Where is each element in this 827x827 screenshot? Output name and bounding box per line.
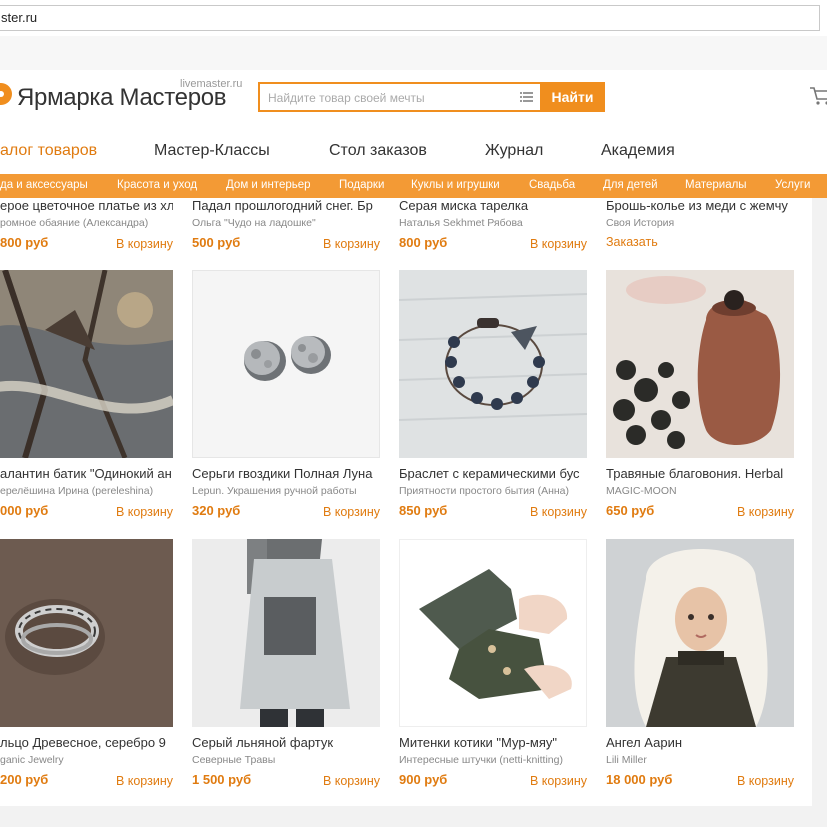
product-card[interactable]: алантин батик "Одинокий ан ерелёшина Ири… — [0, 270, 173, 530]
product-title[interactable]: Митенки котики "Мур-мяу" — [399, 735, 587, 750]
search-box — [258, 82, 542, 112]
product-card[interactable]: Серый льняной фартук Северные Травы 1 50… — [192, 539, 380, 799]
add-to-cart-link[interactable]: В корзину — [530, 505, 587, 519]
product-card[interactable]: Ангел Аарин Lili Miller 18 000 руб В кор… — [606, 539, 794, 799]
product-shop[interactable]: Наталья Sekhmet Рябова — [399, 217, 587, 229]
product-title[interactable]: Серый льняной фартук — [192, 735, 380, 750]
product-shop[interactable]: ромное обаяние (Александра) — [0, 217, 173, 229]
product-price: 800 руб — [0, 235, 49, 250]
product-title[interactable]: Брошь-колье из меди с жемчу — [606, 198, 794, 213]
product-shop[interactable]: Своя История — [606, 217, 794, 229]
category-home[interactable]: Дом и интерьер — [226, 179, 311, 191]
product-shop[interactable]: ganic Jewelry — [0, 754, 173, 766]
product-price: 000 руб — [0, 503, 49, 518]
add-to-cart-link[interactable]: В корзину — [116, 237, 173, 251]
product-card[interactable]: льцо Древесное, серебро 9 ganic Jewelry … — [0, 539, 173, 799]
moon-earrings-image[interactable] — [192, 270, 380, 458]
category-dolls[interactable]: Куклы и игрушки — [411, 179, 500, 191]
category-beauty[interactable]: Красота и уход — [117, 179, 197, 191]
product-title[interactable]: Падал прошлогодний снег. Бр — [192, 198, 380, 213]
category-gifts[interactable]: Подарки — [339, 179, 384, 191]
search-input[interactable] — [266, 84, 510, 112]
nav-academy[interactable]: Академия — [601, 142, 675, 160]
doll-image[interactable] — [606, 539, 794, 727]
product-title[interactable]: Серьги гвоздики Полная Луна — [192, 466, 380, 481]
add-to-cart-link[interactable]: В корзину — [116, 505, 173, 519]
product-shop[interactable]: MAGIC-MOON — [606, 485, 794, 497]
main-nav: алог товаров Мастер-Классы Стол заказов … — [0, 126, 827, 174]
category-materials[interactable]: Материалы — [685, 179, 747, 191]
product-shop[interactable]: Lepun. Украшения ручной работы — [192, 485, 380, 497]
product-price: 800 руб — [399, 235, 448, 250]
nav-master-classes[interactable]: Мастер-Классы — [154, 142, 270, 160]
product-shop[interactable]: Ольга "Чудо на ладошке" — [192, 217, 380, 229]
search-button[interactable]: Найти — [540, 82, 605, 112]
category-wedding[interactable]: Свадьба — [529, 179, 575, 191]
category-kids[interactable]: Для детей — [603, 179, 658, 191]
add-to-cart-link[interactable]: В корзину — [530, 774, 587, 788]
product-shop[interactable]: Приятности простого бытия (Анна) — [399, 485, 587, 497]
nav-order-table[interactable]: Стол заказов — [329, 142, 427, 160]
product-price: 1 500 руб — [192, 772, 252, 787]
cart-icon[interactable] — [809, 84, 827, 106]
product-card[interactable]: Браслет с керамическими бус Приятности п… — [399, 270, 587, 530]
product-price: 900 руб — [399, 772, 448, 787]
add-to-cart-link[interactable]: В корзину — [323, 237, 380, 251]
add-to-cart-link[interactable]: В корзину — [323, 774, 380, 788]
category-services[interactable]: Услуги — [775, 179, 810, 191]
browser-address-bar: ster.ru — [0, 0, 827, 37]
product-card[interactable]: Митенки котики "Мур-мяу" Интересные штуч… — [399, 539, 587, 799]
product-title[interactable]: ерое цветочное платье из хл — [0, 198, 173, 213]
category-bar: да и аксессуары Красота и уход Дом и инт… — [0, 174, 827, 198]
product-card[interactable]: Травяные благовония. Herbal MAGIC-MOON 6… — [606, 270, 794, 530]
product-title[interactable]: Травяные благовония. Herbal — [606, 466, 794, 481]
logo-icon[interactable] — [0, 83, 12, 105]
list-icon[interactable] — [520, 92, 533, 102]
product-price: 850 руб — [399, 503, 448, 518]
product-grid: ерое цветочное платье из хл ромное обаян… — [0, 198, 812, 806]
add-to-cart-link[interactable]: В корзину — [737, 505, 794, 519]
product-title[interactable]: Серая миска тарелка — [399, 198, 587, 213]
browser-bookmarks-bar — [0, 36, 827, 71]
incense-image[interactable] — [606, 270, 794, 458]
batik-scarf-image[interactable] — [0, 270, 173, 458]
add-to-cart-link[interactable]: В корзину — [737, 774, 794, 788]
product-price: 650 руб — [606, 503, 655, 518]
add-to-cart-link[interactable]: В корзину — [323, 505, 380, 519]
product-title[interactable]: льцо Древесное, серебро 9 — [0, 735, 173, 750]
nav-journal[interactable]: Журнал — [485, 142, 543, 160]
product-card[interactable]: Серьги гвоздики Полная Луна Lepun. Украш… — [192, 270, 380, 530]
order-link[interactable]: Заказать — [606, 235, 658, 249]
product-title[interactable]: Браслет с керамическими бус — [399, 466, 587, 481]
bracelet-image[interactable] — [399, 270, 587, 458]
product-shop[interactable]: Lili Miller — [606, 754, 794, 766]
product-title[interactable]: Ангел Аарин — [606, 735, 794, 750]
add-to-cart-link[interactable]: В корзину — [116, 774, 173, 788]
apron-image[interactable] — [192, 539, 380, 727]
product-price: 320 руб — [192, 503, 241, 518]
mittens-image[interactable] — [399, 539, 587, 727]
nav-catalog[interactable]: алог товаров — [0, 142, 97, 160]
url-field[interactable]: ster.ru — [0, 5, 820, 31]
product-price: 200 руб — [0, 772, 49, 787]
product-price: 500 руб — [192, 235, 241, 250]
logo-domain: livemaster.ru — [180, 78, 243, 90]
product-shop[interactable]: ерелёшина Ирина (pereleshina) — [0, 485, 173, 497]
page-bottom — [0, 806, 827, 827]
category-clothing[interactable]: да и аксессуары — [0, 179, 88, 191]
add-to-cart-link[interactable]: В корзину — [530, 237, 587, 251]
product-title[interactable]: алантин батик "Одинокий ан — [0, 466, 173, 481]
product-price: 18 000 руб — [606, 772, 673, 787]
product-shop[interactable]: Северные Травы — [192, 754, 380, 766]
product-shop[interactable]: Интересные штучки (netti-knitting) — [399, 754, 587, 766]
site-header: Ярмарка Мастеров livemaster.ru Найти — [0, 70, 827, 126]
ring-image[interactable] — [0, 539, 173, 727]
